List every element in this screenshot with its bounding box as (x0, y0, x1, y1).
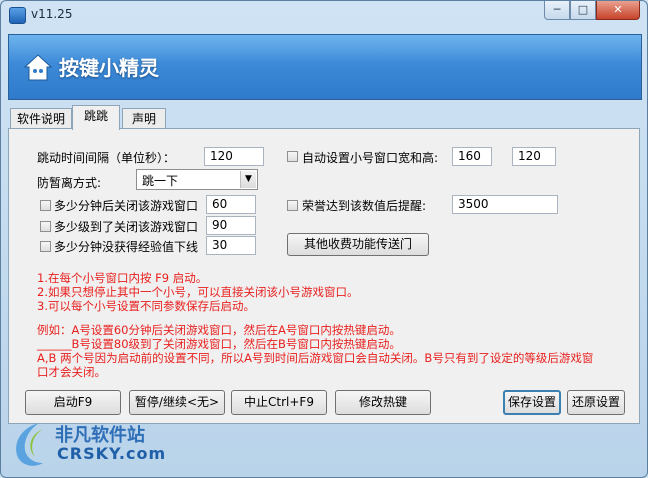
maximize-button[interactable]: □ (570, 1, 596, 20)
jump-interval-label: 跳动时间间隔（单位秒）： (37, 151, 176, 165)
restore-settings-button[interactable]: 还原设置 (567, 390, 625, 415)
minimize-button[interactable]: ─ (544, 1, 570, 20)
other-features-button[interactable]: 其他收费功能传送门 (287, 233, 429, 256)
site-watermark: 非凡软件站 CRSKY.com (1, 411, 171, 477)
auto-size-width-input[interactable]: 160 (452, 147, 492, 166)
example-line: A,B 两个号因为启动前的设置不同，所以A号到时间后游戏窗口会自动关闭。B号只有… (37, 351, 594, 365)
close-after-minutes-checkbox[interactable] (40, 200, 51, 211)
app-window: v11.25 ─ □ ✕ 按键小精灵 软件说明 跳跳 声明 跳动时间间隔（单位秒… (0, 0, 648, 478)
app-icon (9, 7, 26, 24)
anti-stuck-selected-value: 跳一下 (142, 174, 179, 188)
tab-jump[interactable]: 跳跳 (72, 105, 120, 130)
app-brand-title: 按键小精灵 (59, 56, 159, 80)
close-button[interactable]: ✕ (596, 1, 640, 20)
watermark-english: CRSKY.com (57, 444, 167, 463)
tab-statement[interactable]: 声明 (122, 108, 166, 128)
stop-button[interactable]: 中止Ctrl+F9 (231, 390, 327, 415)
window-title: v11.25 (31, 7, 73, 21)
close-at-level-label: 多少级到了关闭该游戏窗口 (54, 220, 199, 234)
honor-alert-label: 荣誉达到该数值后提醒: (302, 199, 427, 213)
honor-alert-input[interactable]: 3500 (452, 195, 558, 214)
jump-settings-panel: 跳动时间间隔（单位秒）： 120 自动设置小号窗口宽和高: 160 120 防暂… (8, 128, 640, 424)
watermark-logo-icon (16, 423, 43, 466)
header-banner: 按键小精灵 (8, 34, 642, 100)
close-after-minutes-input[interactable]: 60 (206, 195, 256, 214)
close-after-minutes-label: 多少分钟后关闭该游戏窗口 (54, 199, 199, 213)
anti-stuck-label: 防暂离方式: (37, 176, 102, 190)
modify-hotkey-button[interactable]: 修改热键 (335, 390, 431, 415)
auto-size-checkbox[interactable] (287, 151, 298, 162)
close-at-level-checkbox[interactable] (40, 221, 51, 232)
tab-bar: 软件说明 跳跳 声明 (8, 105, 640, 130)
offline-no-exp-label: 多少分钟没获得经验值下线 (54, 240, 199, 254)
auto-size-height-input[interactable]: 120 (512, 147, 556, 166)
example-line: 口才会关闭。 (37, 365, 106, 379)
note-line: 3.可以每个小号设置不同参数保存后启动。 (37, 299, 255, 313)
dropdown-arrow-icon: ▼ (240, 171, 256, 188)
offline-no-exp-input[interactable]: 30 (206, 236, 256, 255)
anti-stuck-select[interactable]: 跳一下 ▼ (136, 169, 258, 190)
close-at-level-input[interactable]: 90 (206, 216, 256, 235)
auto-size-label: 自动设置小号窗口宽和高: (302, 151, 439, 165)
offline-no-exp-checkbox[interactable] (40, 241, 51, 252)
tab-software-info[interactable]: 软件说明 (10, 108, 72, 128)
honor-alert-checkbox[interactable] (287, 200, 298, 211)
title-bar: v11.25 ─ □ ✕ (1, 1, 647, 29)
house-logo-icon (23, 54, 53, 81)
save-settings-button[interactable]: 保存设置 (503, 390, 561, 415)
jump-interval-input[interactable]: 120 (204, 147, 264, 166)
